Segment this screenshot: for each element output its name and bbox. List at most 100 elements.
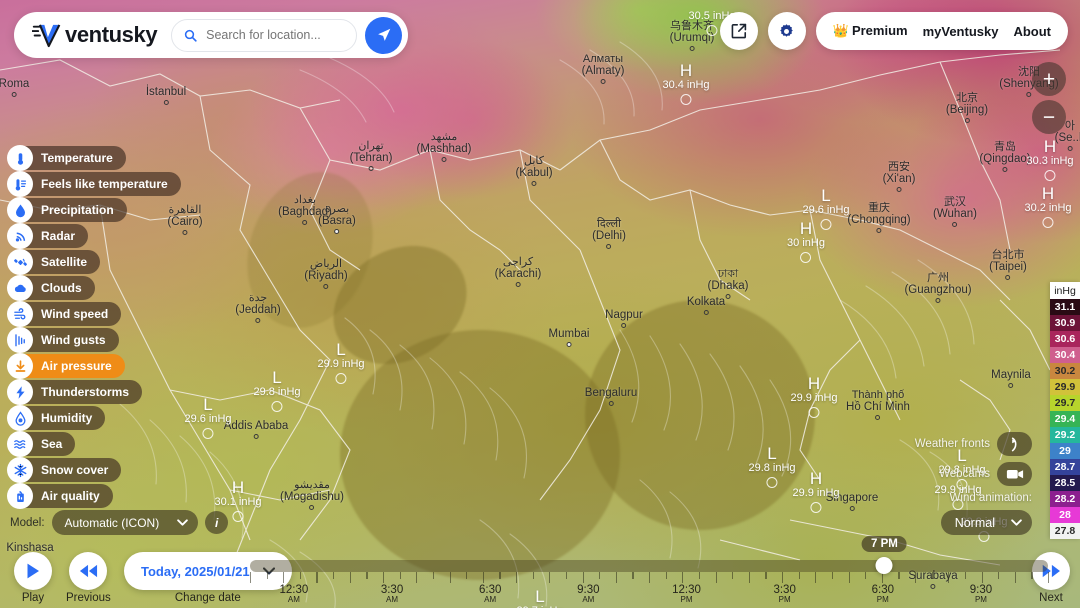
legend-unit: inHg (1050, 282, 1080, 299)
main-nav: 👑 Premium myVentusky About (815, 12, 1068, 50)
legend-stop[interactable]: 28.7 (1050, 459, 1080, 475)
timeline-tick (283, 572, 285, 583)
pressure-center-icon (335, 372, 347, 384)
legend-stop[interactable]: 31.1 (1050, 299, 1080, 315)
zoom-controls: + − (1032, 62, 1066, 134)
layer-item-clouds[interactable]: Clouds (7, 275, 95, 301)
timeline-tick (250, 572, 252, 583)
timeline-period: AM (287, 595, 300, 605)
wind-animation-select[interactable]: Normal (940, 510, 1032, 535)
layer-item-air-pressure[interactable]: Air pressure (7, 353, 125, 379)
city-label: Addis Ababa (224, 420, 288, 439)
city-name: İstanbul (145, 86, 187, 98)
legend-stop[interactable]: 28 (1050, 507, 1080, 523)
layer-item-thunderstorms[interactable]: Thunderstorms (7, 379, 143, 405)
city-dot-icon (849, 505, 855, 511)
pressure-value: 29.6 inHg (184, 413, 232, 425)
wind-animation-row: Wind animation: (950, 492, 1032, 504)
pressure-type-label: H (1043, 137, 1057, 156)
nav-premium[interactable]: 👑 Premium (833, 23, 908, 39)
chevron-down-icon (177, 519, 189, 526)
zoom-out-button[interactable]: − (1032, 100, 1066, 134)
legend-stop[interactable]: 29.2 (1050, 427, 1080, 443)
city-dot-icon (11, 91, 17, 97)
search-input[interactable] (206, 28, 345, 42)
city-label: İstanbul (146, 86, 186, 105)
legend-stop[interactable]: 29.7 (1050, 395, 1080, 411)
webcams-toggle[interactable] (997, 462, 1032, 486)
layer-item-humidity[interactable]: Humidity (7, 405, 106, 431)
city-native-name: تهران (358, 140, 384, 152)
ventusky-logo[interactable]: ventusky (32, 22, 158, 49)
settings-button[interactable] (767, 12, 806, 50)
city-name: (Mashhad) (416, 143, 472, 156)
pressure-marker: H 30.3 inHg (1026, 137, 1074, 181)
pressure-marker: L 29.8 inHg (253, 369, 301, 412)
city-dot-icon (566, 341, 572, 347)
city-native-name: ঢাকা (717, 268, 739, 280)
legend-stop[interactable]: 29.4 (1050, 411, 1080, 427)
timeline-tick (715, 572, 717, 583)
pressure-legend[interactable]: inHg 31.1 30.9 30.6 30.4 30.2 29.9 29.7 29.4 29.2… (1050, 282, 1080, 539)
layer-item-satellite[interactable]: Satellite (7, 249, 101, 275)
external-link-icon (731, 23, 746, 39)
legend-stop[interactable]: 30.6 (1050, 331, 1080, 347)
timeline-time-label: 9:30 PM (970, 584, 992, 604)
timeline-tick (532, 572, 534, 579)
city-label: Roma (0, 78, 29, 97)
satellite-icon (7, 249, 33, 275)
timeline-tick (781, 572, 784, 583)
city-name: (Beijing) (945, 104, 989, 117)
layer-item-temperature[interactable]: Temperature (7, 145, 126, 171)
timeline-tick (615, 572, 617, 583)
layer-item-precipitation[interactable]: Precipitation (7, 197, 127, 223)
timeline-tick (765, 572, 767, 579)
timeline-period: AM (582, 595, 595, 605)
locate-me-button[interactable] (365, 16, 403, 54)
city-dot-icon (441, 157, 447, 163)
layer-item-wind-gusts[interactable]: Wind gusts (7, 327, 119, 353)
legend-stop[interactable]: 29.9 (1050, 379, 1080, 395)
legend-stop[interactable]: 30.9 (1050, 315, 1080, 331)
layer-item-label: Feels like temperature (41, 177, 168, 191)
layer-item-air-quality[interactable]: Air quality (7, 483, 113, 509)
timeline-track[interactable] (250, 560, 1048, 572)
city-label: تهران (Tehran) (350, 140, 392, 172)
model-select[interactable]: Automatic (ICON) (51, 510, 199, 535)
layer-item-radar[interactable]: Radar (7, 223, 89, 249)
pressure-marker: H 29.9 inHg (792, 470, 840, 513)
city-dot-icon (1002, 167, 1008, 173)
city-dot-icon (964, 118, 970, 124)
play-button[interactable] (14, 552, 52, 590)
timeline-tick (665, 572, 667, 579)
share-button[interactable] (719, 12, 758, 50)
layer-item-sea[interactable]: Sea (7, 431, 76, 457)
timeline-handle[interactable] (875, 557, 893, 574)
search-box[interactable] (171, 18, 358, 52)
legend-stop[interactable]: 28.2 (1050, 491, 1080, 507)
navigation-arrow-icon (377, 28, 390, 41)
city-dot-icon (1008, 382, 1014, 388)
city-dot-icon (935, 298, 941, 304)
layer-item-feels-like-temperature[interactable]: Feels like temperature (7, 171, 181, 197)
nav-about[interactable]: About (1013, 24, 1051, 39)
layer-item-label: Air quality (41, 489, 100, 503)
legend-stop[interactable]: 28.5 (1050, 475, 1080, 491)
timeline-tick (649, 572, 651, 583)
nav-myventusky[interactable]: myVentusky (923, 24, 999, 39)
legend-stop[interactable]: 30.2 (1050, 363, 1080, 379)
layer-item-wind-speed[interactable]: Wind speed (7, 301, 122, 327)
legend-stop[interactable]: 29 (1050, 443, 1080, 459)
model-info-button[interactable]: i (205, 511, 229, 534)
timeline-time-label: 12:30 PM (672, 584, 701, 604)
legend-stop[interactable]: 30.4 (1050, 347, 1080, 363)
previous-button[interactable] (69, 552, 108, 590)
zoom-in-button[interactable]: + (1032, 62, 1066, 96)
legend-stop[interactable]: 27.8 (1050, 523, 1080, 539)
city-name: (Karachi) (494, 268, 542, 281)
weather-fronts-toggle[interactable] (997, 432, 1032, 456)
layer-item-snow-cover[interactable]: Snow cover (7, 457, 122, 483)
pressure-value: 29.6 inHg (802, 204, 850, 216)
timeline-tick (1048, 572, 1050, 583)
wind-animation-value: Normal (954, 515, 995, 530)
